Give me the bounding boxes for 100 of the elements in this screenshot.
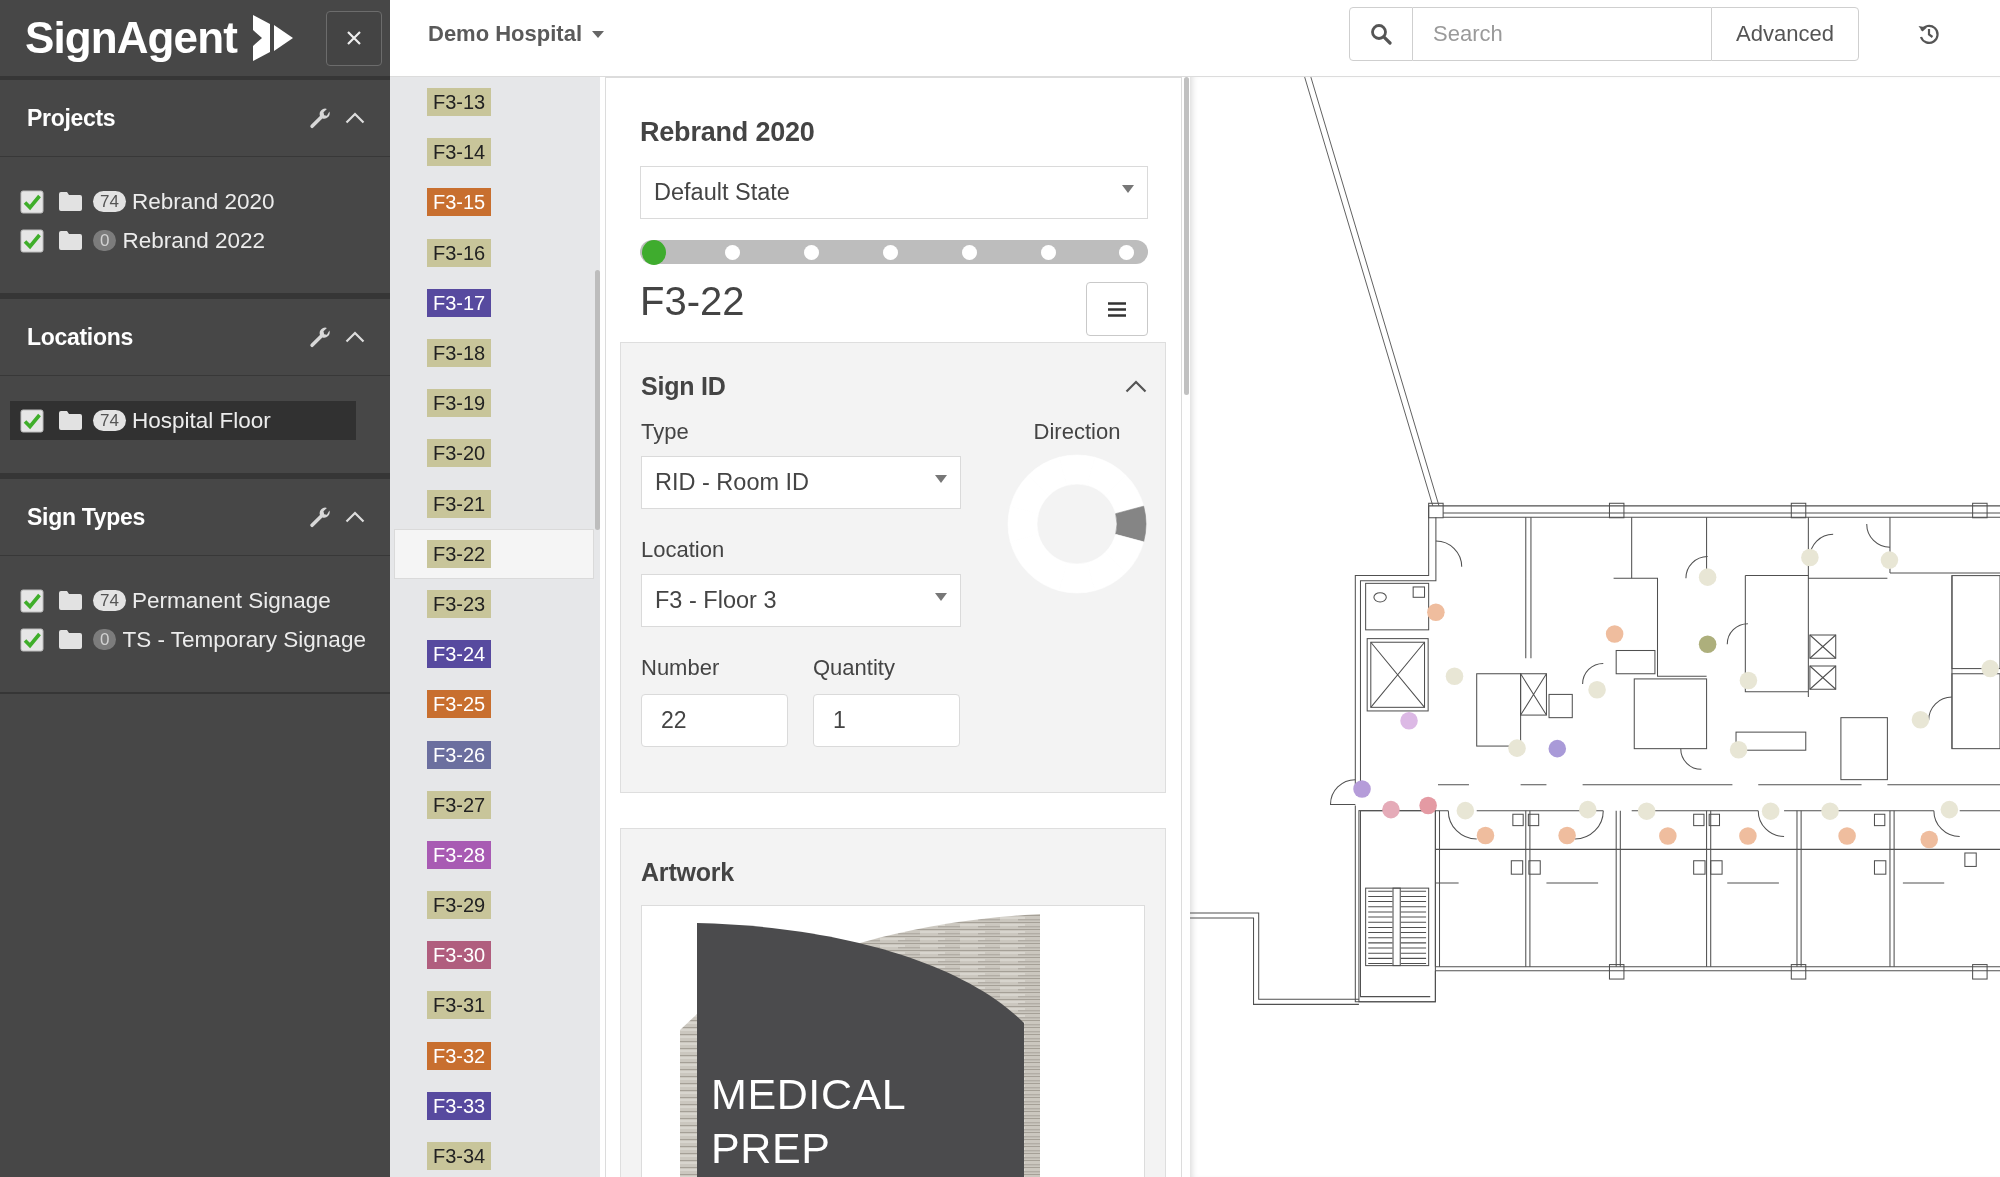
- sign-marker-icon[interactable]: [1605, 625, 1624, 643]
- sign-list-item[interactable]: F3-20: [394, 428, 594, 479]
- checkbox[interactable]: [20, 627, 44, 652]
- sign-marker-icon[interactable]: [1588, 681, 1606, 699]
- sign-marker-icon[interactable]: [1729, 740, 1748, 759]
- sign-list-item[interactable]: F3-22: [394, 528, 594, 579]
- sign-list-item[interactable]: F3-31: [394, 980, 594, 1031]
- sign-marker-icon[interactable]: [1400, 712, 1418, 730]
- progress-step[interactable]: [804, 244, 820, 260]
- sign-marker-icon[interactable]: [1476, 826, 1495, 845]
- sign-list-item[interactable]: F3-14: [394, 127, 594, 178]
- tree-item[interactable]: 74 Permanent Signage: [10, 581, 356, 620]
- sign-marker-icon[interactable]: [1739, 827, 1757, 845]
- sign-list-item[interactable]: F3-21: [394, 478, 594, 529]
- sign-marker-icon[interactable]: [1548, 739, 1567, 758]
- wrench-icon[interactable]: [309, 325, 332, 349]
- checkbox[interactable]: [20, 189, 44, 214]
- checkbox[interactable]: [20, 588, 44, 613]
- logo-text: SignAgent: [25, 13, 237, 63]
- sign-tag: F3-18: [427, 339, 492, 368]
- sign-marker-icon[interactable]: [1558, 826, 1576, 845]
- caret-icon: [935, 474, 947, 483]
- sign-list-item[interactable]: F3-24: [394, 629, 594, 680]
- sign-marker-icon[interactable]: [1838, 827, 1856, 845]
- sign-tag: F3-32: [427, 1041, 492, 1070]
- progress-step[interactable]: [642, 239, 666, 265]
- sign-marker-icon[interactable]: [1445, 667, 1464, 686]
- section-title: Artwork: [641, 857, 735, 887]
- sign-list-item[interactable]: F3-28: [394, 829, 594, 880]
- checkbox[interactable]: [20, 408, 44, 433]
- sign-list-item[interactable]: F3-30: [394, 930, 594, 981]
- sign-marker-icon[interactable]: [1821, 802, 1839, 820]
- sign-list-item[interactable]: F3-17: [394, 277, 594, 328]
- advanced-button[interactable]: Advanced: [1711, 7, 1859, 61]
- search-button[interactable]: [1349, 7, 1413, 61]
- sign-marker-icon[interactable]: [1981, 659, 1999, 678]
- scrollbar[interactable]: [1184, 77, 1189, 395]
- sign-marker-icon[interactable]: [1739, 671, 1758, 690]
- sign-marker-icon[interactable]: [1880, 551, 1899, 569]
- sign-list-item[interactable]: F3-25: [394, 679, 594, 730]
- sign-marker-icon[interactable]: [1659, 827, 1677, 845]
- sign-marker-icon[interactable]: [1382, 800, 1400, 819]
- sign-marker-icon[interactable]: [1508, 739, 1526, 757]
- sign-marker-icon[interactable]: [1911, 710, 1930, 729]
- location-dropdown[interactable]: F3 - Floor 3: [641, 574, 961, 627]
- progress-step[interactable]: [1119, 244, 1135, 260]
- section-title: Projects: [27, 104, 116, 132]
- direction-segment[interactable]: [1115, 505, 1147, 543]
- sign-list-item[interactable]: F3-18: [394, 327, 594, 379]
- scrollbar[interactable]: [595, 270, 600, 530]
- sign-marker-icon[interactable]: [1637, 802, 1656, 820]
- item-label: Permanent Signage: [131, 587, 331, 614]
- sign-tag: F3-16: [427, 238, 492, 267]
- sign-list-item[interactable]: F3-33: [394, 1080, 594, 1131]
- wrench-icon[interactable]: [309, 106, 332, 130]
- tree-item[interactable]: 74 Hospital Floor: [10, 401, 356, 440]
- progress-step[interactable]: [961, 244, 977, 260]
- sign-list-item[interactable]: F3-16: [394, 227, 594, 278]
- sign-marker-icon[interactable]: [1427, 603, 1445, 622]
- state-dropdown[interactable]: Default State: [640, 166, 1148, 219]
- sign-marker-icon[interactable]: [1761, 802, 1780, 820]
- checkbox[interactable]: [20, 228, 44, 253]
- sign-list-item[interactable]: F3-27: [394, 779, 594, 830]
- close-button[interactable]: [326, 10, 382, 66]
- sign-marker-icon[interactable]: [1920, 830, 1938, 849]
- chevron-up-icon[interactable]: [1125, 379, 1147, 393]
- wrench-icon[interactable]: [309, 505, 332, 529]
- sign-marker-icon[interactable]: [1940, 800, 1959, 819]
- tree-item[interactable]: 0 Rebrand 2022: [10, 221, 356, 260]
- type-dropdown[interactable]: RID - Room ID: [641, 456, 961, 509]
- history-icon[interactable]: [1917, 22, 1941, 46]
- sign-tag: F3-20: [427, 439, 492, 468]
- progress-step[interactable]: [883, 244, 898, 260]
- sign-list-item[interactable]: F3-32: [394, 1030, 594, 1081]
- sign-marker-icon[interactable]: [1353, 780, 1371, 798]
- sign-marker-icon[interactable]: [1801, 548, 1819, 567]
- progress-step[interactable]: [1040, 244, 1056, 260]
- progress-step[interactable]: [725, 244, 741, 260]
- sign-marker-icon[interactable]: [1579, 800, 1597, 819]
- sign-list-item[interactable]: F3-23: [394, 578, 594, 630]
- sign-marker-icon[interactable]: [1456, 801, 1475, 820]
- menu-icon: [1108, 301, 1126, 317]
- menu-button[interactable]: [1086, 282, 1148, 336]
- sign-list-item[interactable]: F3-13: [394, 77, 594, 128]
- project-title: Rebrand 2020: [640, 116, 815, 148]
- sign-marker-icon[interactable]: [1698, 635, 1717, 654]
- sign-list-item[interactable]: F3-15: [394, 177, 594, 228]
- site-dropdown[interactable]: Demo Hospital: [428, 21, 605, 47]
- sign-list-item[interactable]: F3-34: [394, 1130, 594, 1177]
- sign-tag: F3-28: [427, 840, 492, 869]
- sign-list-item[interactable]: F3-19: [394, 378, 594, 429]
- tree-item[interactable]: 74 Rebrand 2020: [10, 182, 356, 221]
- sign-list-item[interactable]: F3-26: [394, 729, 594, 780]
- sign-marker-icon[interactable]: [1698, 568, 1717, 586]
- number-field[interactable]: 22: [641, 694, 788, 747]
- sign-marker-icon[interactable]: [1419, 796, 1437, 815]
- sign-list-item[interactable]: F3-29: [394, 880, 594, 931]
- search-field[interactable]: Search: [1413, 7, 1711, 61]
- quantity-field[interactable]: 1: [813, 694, 960, 747]
- sign-tag: F3-27: [427, 790, 492, 819]
